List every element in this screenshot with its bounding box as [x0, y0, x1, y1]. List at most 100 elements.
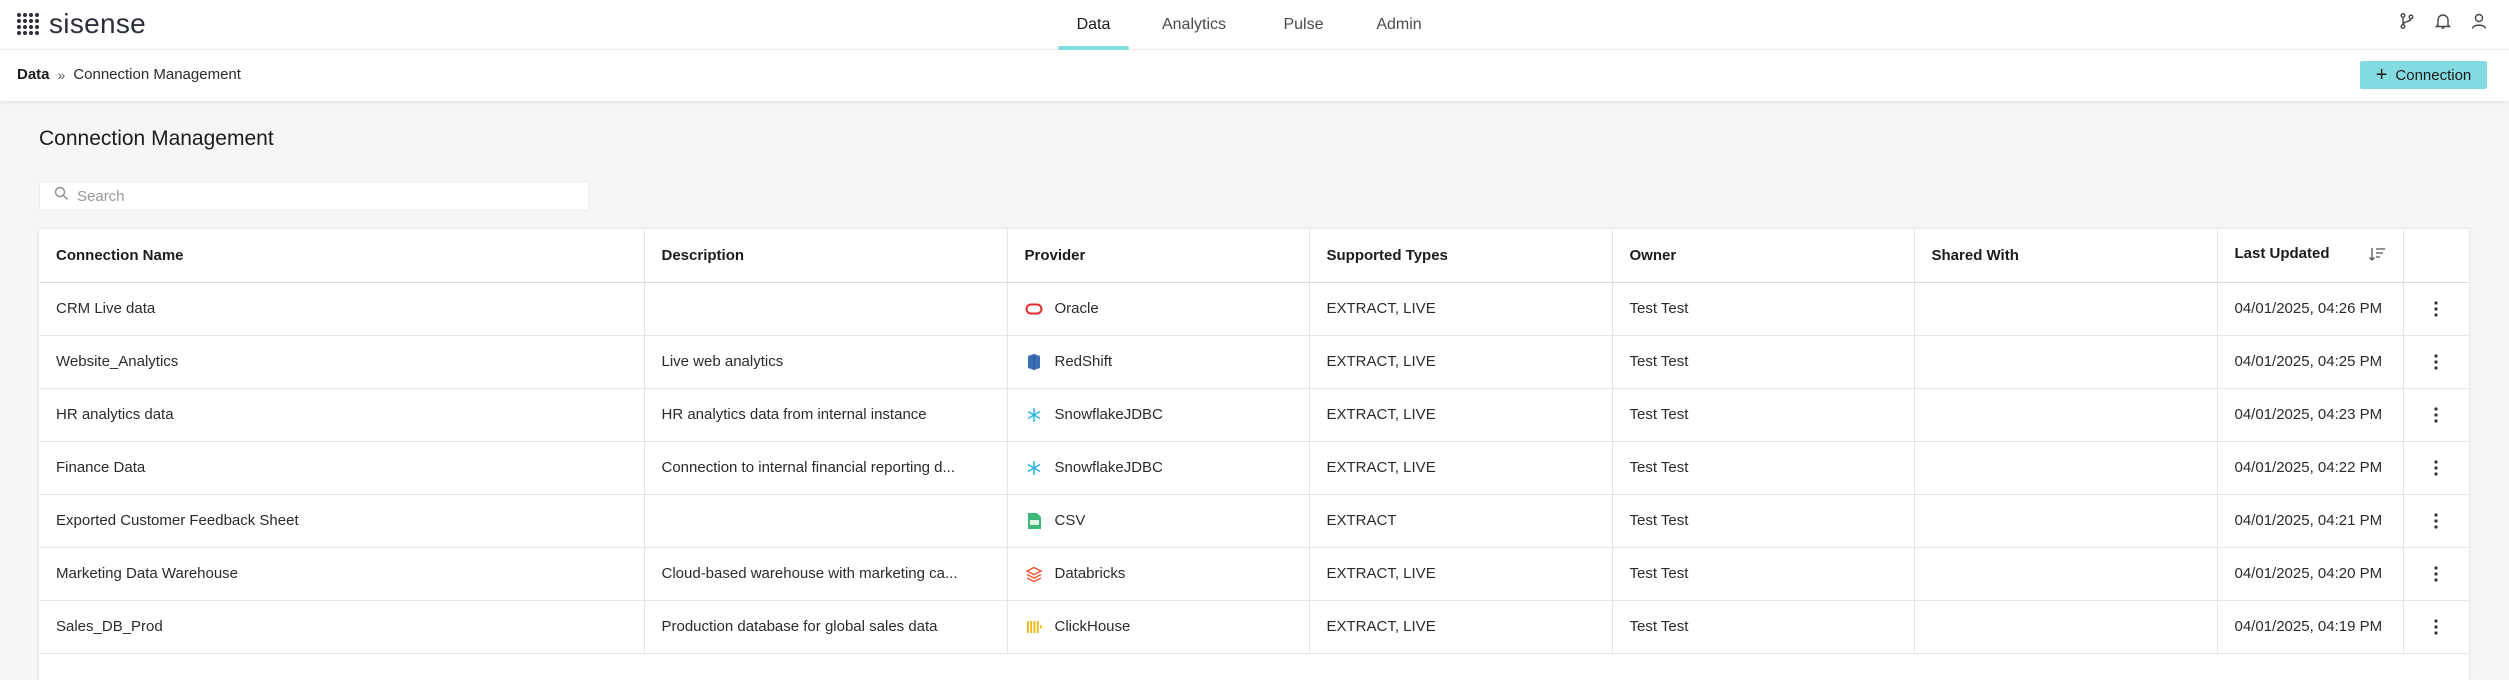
tab-pulse[interactable]: Pulse [1259, 0, 1348, 50]
cell-last-updated: 04/01/2025, 04:20 PM [2217, 547, 2404, 601]
cell-supported-types: EXTRACT, LIVE [1309, 335, 1613, 389]
breadcrumb: Data » Connection Management [17, 66, 241, 83]
logo-mark-icon [17, 13, 39, 35]
connections-table: Connection Name Description Provider Sup… [39, 229, 2469, 680]
table-header-row: Connection Name Description Provider Sup… [39, 229, 2469, 283]
cell-last-updated: 04/01/2025, 04:22 PM [2217, 441, 2404, 495]
cell-actions [2403, 494, 2470, 548]
search-input[interactable] [77, 187, 557, 205]
column-header-supported-types[interactable]: Supported Types [1309, 229, 1613, 283]
cell-provider: SnowflakeJDBC [1007, 388, 1310, 442]
plus-icon: + [2375, 64, 2388, 86]
clickhouse-icon [1025, 618, 1043, 636]
header-icons [2395, 9, 2491, 33]
cell-last-updated: 04/01/2025, 04:19 PM [2217, 600, 2404, 654]
provider-name: CSV [1054, 512, 1086, 529]
table-row[interactable]: Finance Data Connection to internal finan… [39, 441, 2470, 495]
cell-connection-name[interactable]: Marketing Data Warehouse [39, 547, 645, 601]
breadcrumb-data[interactable]: Data [17, 66, 50, 83]
column-header-description[interactable]: Description [644, 229, 1008, 283]
cell-owner: Test Test [1612, 335, 1915, 389]
row-menu-icon[interactable] [2404, 618, 2470, 635]
cell-provider: Oracle [1007, 282, 1310, 336]
cell-owner: Test Test [1612, 494, 1915, 548]
breadcrumb-separator: » [57, 66, 66, 83]
sisense-logo[interactable]: sisense [17, 8, 146, 40]
cell-shared-with [1914, 388, 2218, 442]
column-header-connection-name[interactable]: Connection Name [39, 229, 645, 283]
row-menu-icon[interactable] [2404, 459, 2470, 476]
row-menu-icon[interactable] [2404, 512, 2470, 529]
cell-shared-with [1914, 282, 2218, 336]
column-header-shared-with[interactable]: Shared With [1914, 229, 2218, 283]
cell-owner: Test Test [1612, 282, 1915, 336]
cell-description: Production database for global sales dat… [644, 600, 1008, 654]
databricks-icon [1025, 565, 1043, 583]
cell-last-updated: 04/01/2025, 04:25 PM [2217, 335, 2404, 389]
cell-owner: Test Test [1612, 388, 1915, 442]
table-row[interactable]: Sales_DB_Prod Production database for glo… [39, 600, 2470, 654]
user-icon[interactable] [2467, 9, 2491, 33]
cell-supported-types: EXTRACT, LIVE [1309, 388, 1613, 442]
cell-connection-name[interactable]: Website_Analytics [39, 335, 645, 389]
row-menu-icon[interactable] [2404, 300, 2470, 317]
cell-shared-with [1914, 335, 2218, 389]
row-menu-icon[interactable] [2404, 406, 2470, 423]
cell-shared-with [1914, 494, 2218, 548]
cell-last-updated: 04/01/2025, 04:26 PM [2217, 282, 2404, 336]
cell-supported-types: EXTRACT, LIVE [1309, 441, 1613, 495]
sort-descending-icon[interactable] [2368, 247, 2386, 265]
provider-name: SnowflakeJDBC [1054, 459, 1163, 476]
tab-analytics[interactable]: Analytics [1129, 0, 1259, 50]
cell-supported-types: EXTRACT, LIVE [1309, 547, 1613, 601]
table-row[interactable]: CRM Live data Oracle EXTRACT, LIVE Test Tes… [39, 282, 2470, 336]
top-navigation: sisense Data Analytics Pulse Admin [0, 0, 2509, 50]
main-nav-tabs: Data Analytics Pulse Admin [1058, 0, 1450, 50]
cell-description: Connection to internal financial reporti… [644, 441, 1008, 495]
page-title: Connection Management [39, 127, 274, 150]
cell-provider: CSV [1007, 494, 1310, 548]
cell-description: Cloud-based warehouse with marketing ca.… [644, 547, 1008, 601]
cell-actions [2403, 388, 2470, 442]
provider-name: RedShift [1054, 353, 1113, 370]
cell-description: Live web analytics [644, 335, 1008, 389]
column-header-actions [2403, 229, 2469, 283]
column-header-provider[interactable]: Provider [1007, 229, 1310, 283]
cell-connection-name[interactable]: Finance Data [39, 441, 645, 495]
cell-provider: RedShift [1007, 335, 1310, 389]
cell-description [644, 282, 1008, 336]
cell-owner: Test Test [1612, 441, 1915, 495]
cell-connection-name[interactable]: HR analytics data [39, 388, 645, 442]
cell-connection-name[interactable]: Exported Customer Feedback Sheet [39, 494, 645, 548]
table-row[interactable]: HR analytics data HR analytics data from … [39, 388, 2470, 442]
snowflake-icon [1025, 459, 1043, 477]
tab-admin[interactable]: Admin [1348, 0, 1450, 50]
cell-connection-name[interactable]: Sales_DB_Prod [39, 600, 645, 654]
table-row[interactable]: Exported Customer Feedback Sheet CSV EXTRA… [39, 494, 2470, 548]
tab-data[interactable]: Data [1058, 0, 1129, 50]
add-connection-label: Connection [2395, 66, 2472, 84]
row-menu-icon[interactable] [2404, 565, 2470, 582]
cell-owner: Test Test [1612, 547, 1915, 601]
branch-icon[interactable] [2395, 9, 2419, 33]
cell-last-updated: 04/01/2025, 04:23 PM [2217, 388, 2404, 442]
cell-supported-types: EXTRACT, LIVE [1309, 282, 1613, 336]
cell-shared-with [1914, 441, 2218, 495]
cell-description [644, 494, 1008, 548]
redshift-icon [1025, 353, 1043, 371]
cell-actions [2403, 547, 2470, 601]
row-menu-icon[interactable] [2404, 353, 2470, 370]
cell-shared-with [1914, 547, 2218, 601]
table-row[interactable]: Marketing Data Warehouse Cloud-based ware… [39, 547, 2470, 601]
table-row[interactable]: Website_Analytics Live web analytics RedSh… [39, 335, 2470, 389]
column-header-owner[interactable]: Owner [1612, 229, 1915, 283]
cell-connection-name[interactable]: CRM Live data [39, 282, 645, 336]
add-connection-button[interactable]: + Connection [2360, 61, 2487, 89]
cell-description: HR analytics data from internal instance [644, 388, 1008, 442]
cell-provider: ClickHouse [1007, 600, 1310, 654]
snowflake-icon [1025, 406, 1043, 424]
column-header-last-updated[interactable]: Last Updated [2217, 229, 2404, 283]
cell-owner: Test Test [1612, 600, 1915, 654]
search-box[interactable] [39, 181, 589, 211]
bell-icon[interactable] [2431, 9, 2455, 33]
